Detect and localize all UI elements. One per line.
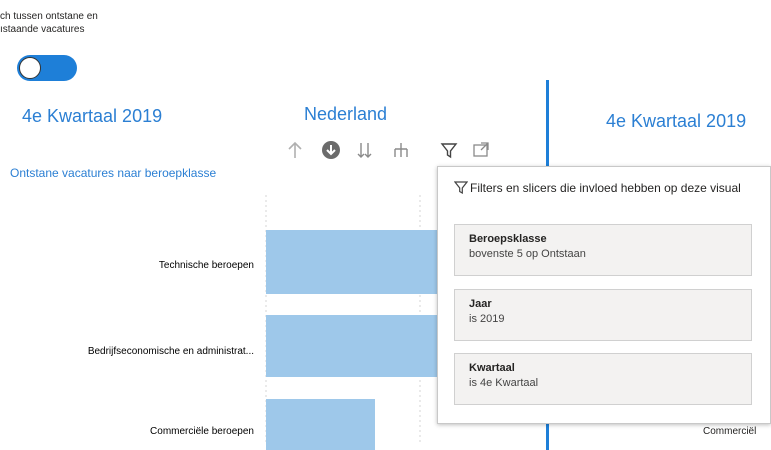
- hierarchy-icon[interactable]: [390, 138, 412, 162]
- filter-card-jaar[interactable]: Jaar is 2019: [454, 289, 752, 341]
- focus-mode-icon[interactable]: [470, 138, 492, 162]
- drill-down-icon[interactable]: [320, 138, 342, 162]
- bar-commerciele-beroepen[interactable]: [266, 399, 375, 450]
- filter-card-value: bovenste 5 op Ontstaan: [469, 248, 586, 260]
- filters-popup-heading: Filters en slicers die invloed hebben op…: [453, 179, 754, 199]
- toggle-label: ch tussen ontstane en ıstaande vacatures: [0, 11, 98, 35]
- bar-technische-beroepen[interactable]: [266, 230, 466, 294]
- filter-card-kwartaal[interactable]: Kwartaal is 4e Kwartaal: [454, 353, 752, 405]
- period-label-right: 4e Kwartaal 2019: [606, 111, 747, 131]
- filters-popup-heading-text: Filters en slicers die invloed hebben op…: [470, 181, 741, 195]
- expand-all-icon[interactable]: [354, 138, 376, 162]
- period-label-left: 4e Kwartaal 2019: [22, 106, 163, 126]
- filter-icon[interactable]: [438, 138, 460, 162]
- category-label: Technische beroepen: [159, 260, 254, 271]
- filter-icon: [453, 180, 469, 199]
- visual-title: Ontstane vacatures naar beroepklasse: [10, 166, 217, 180]
- vacature-type-toggle[interactable]: [17, 55, 77, 81]
- filter-card-value: is 2019: [469, 313, 505, 325]
- filter-card-title: Beroepsklasse: [469, 233, 547, 245]
- filters-popup: Filters en slicers die invloed hebben op…: [437, 166, 771, 424]
- arrow-up-icon[interactable]: [284, 138, 306, 162]
- filter-card-title: Kwartaal: [469, 362, 515, 374]
- toggle-knob[interactable]: [19, 57, 41, 79]
- bar-bedrijfseconomische[interactable]: [266, 315, 466, 377]
- category-label: Commerciële beroepen: [150, 426, 254, 437]
- filter-card-beroepsklasse[interactable]: Beroepsklasse bovenste 5 op Ontstaan: [454, 224, 752, 276]
- right-visual-category-label: Commerciël: [703, 426, 757, 437]
- filter-card-title: Jaar: [469, 298, 492, 310]
- category-label: Bedrijfseconomische en administrat...: [88, 346, 254, 357]
- region-label: Nederland: [304, 104, 388, 124]
- filter-card-value: is 4e Kwartaal: [469, 377, 539, 389]
